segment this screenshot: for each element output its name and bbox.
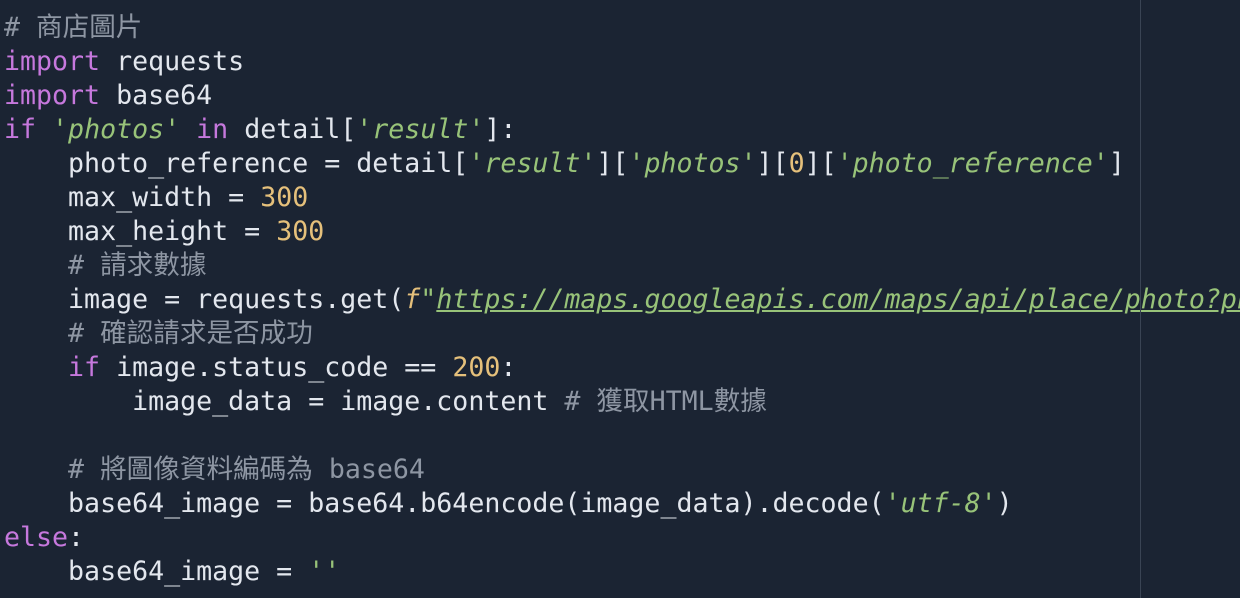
code-token: " <box>420 284 437 315</box>
code-token: 'photos' <box>628 148 757 179</box>
code-token: in <box>196 114 229 145</box>
code-token: f <box>404 284 421 315</box>
code-token: ) <box>996 488 1013 519</box>
code-line[interactable]: base64_image = base64.b64encode(image_da… <box>4 487 1240 521</box>
code-token: 300 <box>276 216 325 247</box>
code-line[interactable]: if 'photos' in detail['result']: <box>4 113 1240 147</box>
code-token: base64_image = base64.b64encode(image_da… <box>4 488 885 519</box>
code-token: # 請求數據 <box>68 250 207 281</box>
code-token: requests <box>100 46 245 77</box>
code-line[interactable]: # 將圖像資料編碼為 base64 <box>4 453 1240 487</box>
code-token: import <box>4 46 101 77</box>
code-line[interactable] <box>4 419 1240 453</box>
code-line[interactable]: import requests <box>4 45 1240 79</box>
code-token: 'photo_reference' <box>836 148 1109 179</box>
code-token: 'photos' <box>52 114 181 145</box>
code-token: base64_image = <box>4 556 309 587</box>
code-line[interactable]: max_width = 300 <box>4 181 1240 215</box>
code-token: max_height = <box>4 216 277 247</box>
code-line[interactable]: photo_reference = detail['result']['phot… <box>4 147 1240 181</box>
code-token: # 確認請求是否成功 <box>68 318 313 349</box>
code-token: else <box>4 522 69 553</box>
code-token: if <box>4 114 37 145</box>
code-token: photo_reference = detail[ <box>4 148 469 179</box>
code-area[interactable]: # 商店圖片 import requests import base64 if 'ph… <box>4 11 1240 589</box>
code-token: '' <box>308 556 341 587</box>
code-token: # 將圖像資料編碼為 base64 <box>68 454 425 485</box>
code-line[interactable]: import base64 <box>4 79 1240 113</box>
code-token: 'result' <box>468 148 597 179</box>
code-token: : <box>68 522 85 553</box>
code-token: : <box>500 352 517 383</box>
code-token: 0 <box>788 148 805 179</box>
code-token: # 商店圖片 <box>4 12 143 43</box>
code-editor[interactable]: # 商店圖片 import requests import base64 if 'ph… <box>0 0 1240 598</box>
code-token: import <box>4 80 101 111</box>
code-token: image = requests.get( <box>4 284 405 315</box>
code-line[interactable]: # 商店圖片 <box>4 11 1240 45</box>
code-token: 300 <box>260 182 309 213</box>
code-line[interactable]: else: <box>4 521 1240 555</box>
code-token: 'utf-8' <box>884 488 997 519</box>
code-line[interactable]: if image.status_code == 200: <box>4 351 1240 385</box>
code-line[interactable]: # 請求數據 <box>4 249 1240 283</box>
code-token: detail[ <box>228 114 357 145</box>
code-token: # 獲取HTML數據 <box>564 386 767 417</box>
code-token: https://maps.googleapis.com/maps/api/pla… <box>436 284 1240 315</box>
column-ruler <box>1140 0 1141 598</box>
code-line[interactable]: max_height = 300 <box>4 215 1240 249</box>
code-token: 200 <box>452 352 501 383</box>
code-line[interactable]: base64_image = '' <box>4 555 1240 589</box>
code-token: ] <box>1108 148 1125 179</box>
code-token: if <box>68 352 101 383</box>
code-token: ][ <box>756 148 789 179</box>
code-token: image.status_code == <box>100 352 453 383</box>
code-token: image_data = image.content <box>4 386 565 417</box>
code-token: ][ <box>596 148 629 179</box>
code-line[interactable]: image = requests.get(f"https://maps.goog… <box>4 283 1240 317</box>
code-token: base64 <box>100 80 213 111</box>
code-token: 'result' <box>356 114 485 145</box>
code-token: max_width = <box>4 182 261 213</box>
code-token: ][ <box>804 148 837 179</box>
code-token: ]: <box>484 114 517 145</box>
code-line[interactable]: # 確認請求是否成功 <box>4 317 1240 351</box>
code-line[interactable]: image_data = image.content # 獲取HTML數據 <box>4 385 1240 419</box>
